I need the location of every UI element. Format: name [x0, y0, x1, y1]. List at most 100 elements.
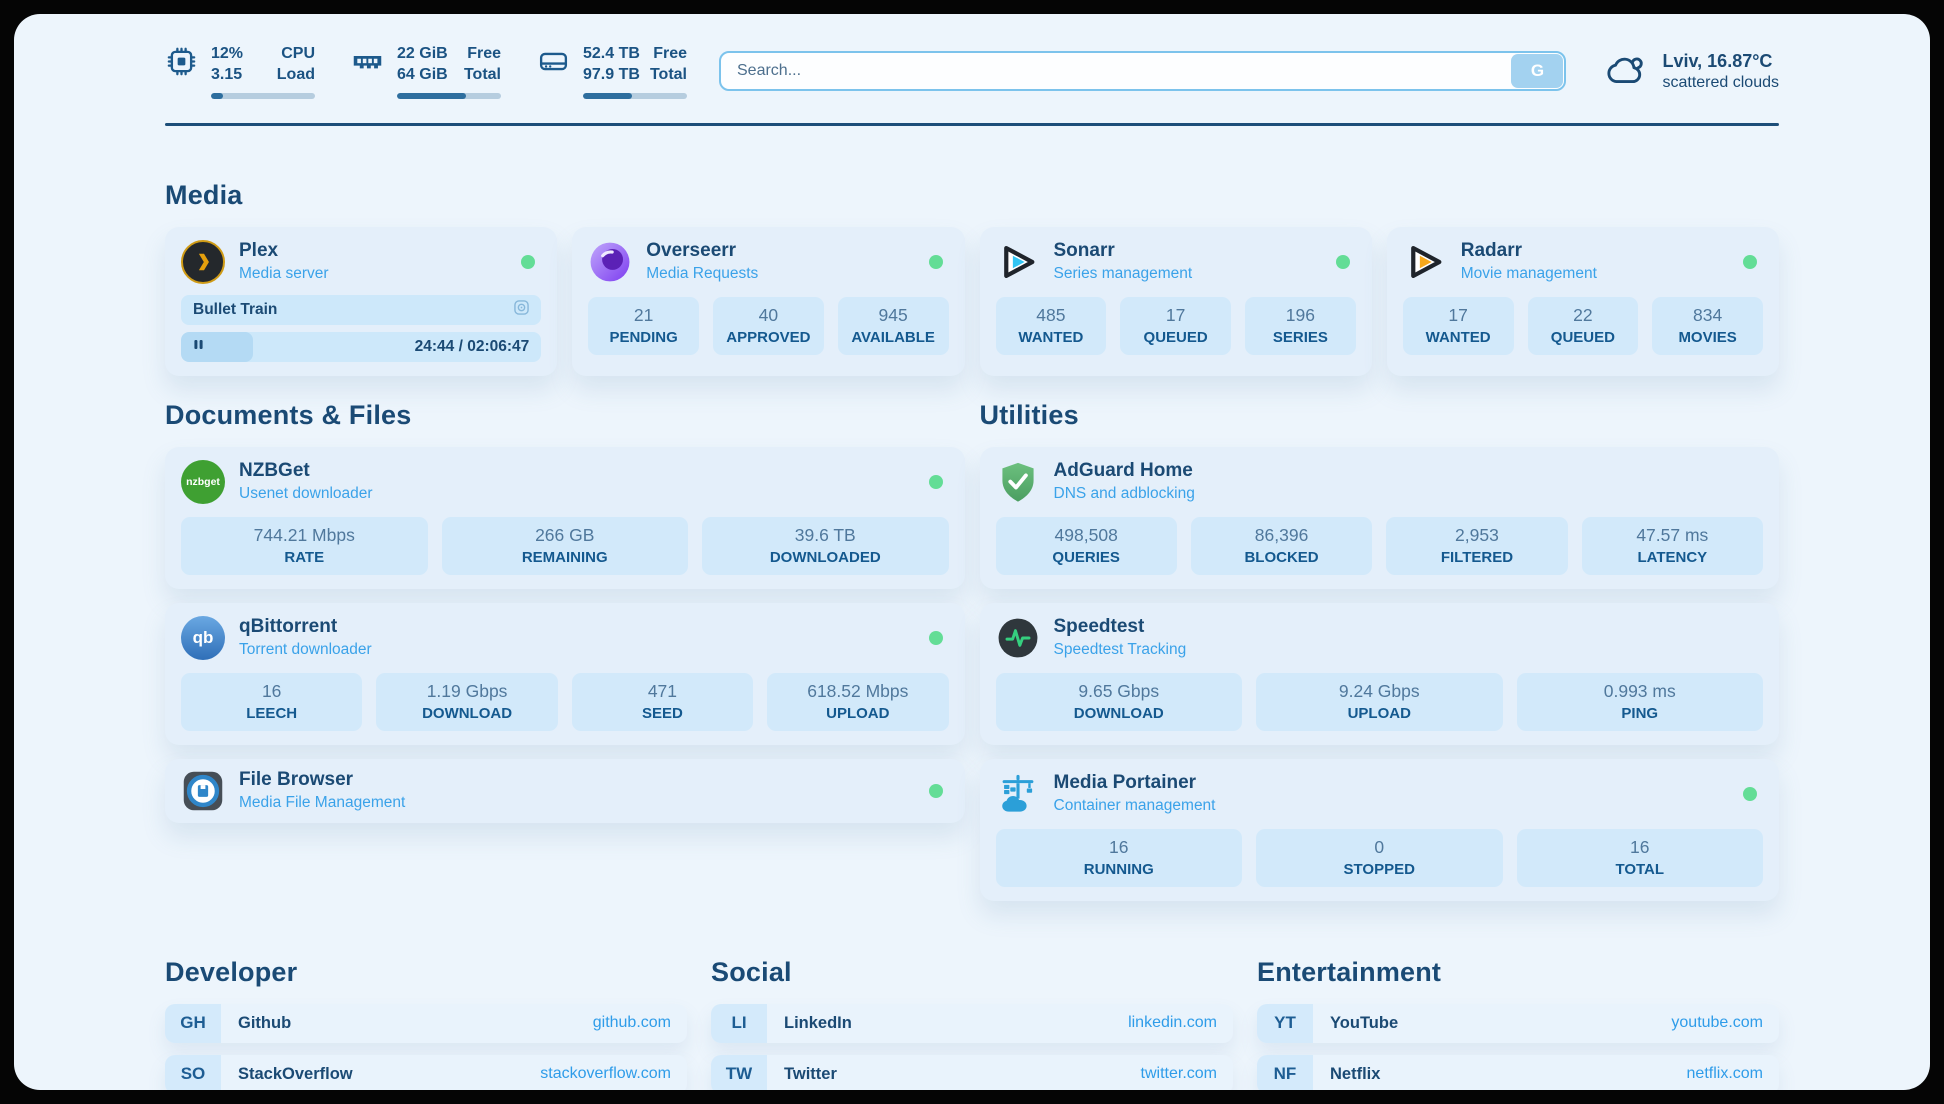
- app-title: Radarr: [1461, 240, 1597, 262]
- app-link-filebrowser[interactable]: File Browser Media File Management: [181, 769, 405, 813]
- stat-queued: 17 QUEUED: [1120, 297, 1231, 355]
- section-title-social: Social: [711, 957, 1233, 988]
- stat-stopped: 0 STOPPED: [1256, 829, 1503, 887]
- app-subtitle: Series management: [1054, 265, 1193, 283]
- status-dot: [929, 784, 943, 798]
- bookmark-abbr: GH: [165, 1004, 221, 1043]
- cloud-icon: [1604, 51, 1648, 92]
- app-title: Sonarr: [1054, 240, 1193, 262]
- stat-movies: 834 MOVIES: [1652, 297, 1763, 355]
- stat-download: 9.65 Gbps DOWNLOAD: [996, 673, 1243, 731]
- app-card-radarr: Radarr Movie management 17 WANTED 22 QUE…: [1387, 227, 1779, 376]
- stat-rate: 744.21 Mbps RATE: [181, 517, 428, 575]
- app-link-portainer[interactable]: Media Portainer Container management: [996, 772, 1216, 816]
- app-card-adguard: AdGuard Home DNS and adblocking 498,508 …: [980, 447, 1780, 589]
- bookmark-name: Twitter: [784, 1065, 837, 1084]
- weather-widget: Lviv, 16.87°C scattered clouds: [1604, 51, 1779, 92]
- bookmark-url: twitter.com: [1141, 1065, 1217, 1083]
- app-subtitle: Speedtest Tracking: [1054, 641, 1187, 659]
- cpu-loadavg: 3.15: [211, 66, 242, 83]
- section-title-utilities: Utilities: [980, 400, 1780, 431]
- app-link-overseerr[interactable]: Overseerr Media Requests: [588, 240, 758, 284]
- media-card-row: Plex Media server Bullet Train: [165, 227, 1779, 376]
- bookmark-url: stackoverflow.com: [540, 1065, 671, 1083]
- system-stats: 12% 3.15 CPU Load: [165, 44, 687, 99]
- section-title-documents: Documents & Files: [165, 400, 965, 431]
- status-dot: [1743, 787, 1757, 801]
- app-link-qbittorrent[interactable]: qb qBittorrent Torrent downloader: [181, 616, 372, 660]
- now-playing-title: Bullet Train: [193, 301, 277, 319]
- bookmarks-social: Social LI LinkedIn linkedin.com TW Twitt…: [711, 957, 1233, 1090]
- ram-icon: [351, 45, 384, 99]
- stat-upload: 9.24 Gbps UPLOAD: [1256, 673, 1503, 731]
- bookmark-abbr: YT: [1257, 1004, 1313, 1043]
- bookmark-name: StackOverflow: [238, 1065, 353, 1084]
- bookmark-twitter[interactable]: TW Twitter twitter.com: [711, 1055, 1233, 1090]
- ram-free: 22 GiB: [397, 45, 448, 62]
- bookmark-netflix[interactable]: NF Netflix netflix.com: [1257, 1055, 1779, 1090]
- portainer-icon: [996, 772, 1040, 816]
- bookmark-abbr: SO: [165, 1055, 221, 1090]
- sonarr-icon: [996, 240, 1040, 284]
- search-engine-button[interactable]: G: [1511, 54, 1563, 88]
- cpu-usage: 12%: [211, 45, 243, 62]
- ram-total: 64 GiB: [397, 66, 448, 83]
- app-title: Speedtest: [1054, 616, 1187, 638]
- app-subtitle: Media File Management: [239, 794, 405, 812]
- playback-progressbar: 24:44 / 02:06:47: [181, 332, 541, 362]
- app-link-adguard[interactable]: AdGuard Home DNS and adblocking: [996, 460, 1195, 504]
- stat-approved: 40 APPROVED: [713, 297, 824, 355]
- app-link-radarr[interactable]: Radarr Movie management: [1403, 240, 1597, 284]
- app-title: Plex: [239, 240, 329, 262]
- ram-values: 22 GiB 64 GiB: [397, 44, 448, 86]
- cpu-progressbar: [211, 93, 315, 99]
- disk-widget: 52.4 TB 97.9 TB Free Total: [537, 44, 687, 99]
- speedtest-icon: [996, 616, 1040, 660]
- bookmark-stackoverflow[interactable]: SO StackOverflow stackoverflow.com: [165, 1055, 687, 1090]
- media-type-icon: [511, 297, 532, 323]
- cpu-labels: CPU Load: [277, 44, 315, 86]
- search-input[interactable]: [719, 51, 1566, 91]
- stat-seed: 471 SEED: [572, 673, 753, 731]
- app-title: NZBGet: [239, 460, 373, 482]
- bookmarks-developer: Developer GH Github github.com SO StackO…: [165, 957, 687, 1090]
- disk-total: 97.9 TB: [583, 66, 640, 83]
- bookmark-github[interactable]: GH Github github.com: [165, 1004, 687, 1043]
- bookmark-url: linkedin.com: [1128, 1014, 1217, 1032]
- app-title: AdGuard Home: [1054, 460, 1195, 482]
- app-title: qBittorrent: [239, 616, 372, 638]
- bookmark-linkedin[interactable]: LI LinkedIn linkedin.com: [711, 1004, 1233, 1043]
- app-link-speedtest[interactable]: Speedtest Speedtest Tracking: [996, 616, 1187, 660]
- window-frame: 12% 3.15 CPU Load: [0, 0, 1944, 1104]
- app-title: File Browser: [239, 769, 405, 791]
- disk-values: 52.4 TB 97.9 TB: [583, 44, 640, 86]
- app-link-plex[interactable]: Plex Media server: [181, 240, 329, 284]
- cpu-widget: 12% 3.15 CPU Load: [165, 44, 315, 99]
- bookmark-abbr: NF: [1257, 1055, 1313, 1090]
- stat-download: 1.19 Gbps DOWNLOAD: [376, 673, 557, 731]
- app-card-nzbget: nzbget NZBGet Usenet downloader 744.21 M…: [165, 447, 965, 589]
- app-link-nzbget[interactable]: nzbget NZBGet Usenet downloader: [181, 460, 373, 504]
- disk-free: 52.4 TB: [583, 45, 640, 62]
- bookmark-name: LinkedIn: [784, 1014, 852, 1033]
- radarr-icon: [1403, 240, 1447, 284]
- stat-downloaded: 39.6 TB DOWNLOADED: [702, 517, 949, 575]
- app-card-speedtest: Speedtest Speedtest Tracking 9.65 Gbps D…: [980, 603, 1780, 745]
- stat-ping: 0.993 ms PING: [1517, 673, 1764, 731]
- app-link-sonarr[interactable]: Sonarr Series management: [996, 240, 1193, 284]
- app-subtitle: Container management: [1054, 797, 1216, 815]
- dashboard-page: 12% 3.15 CPU Load: [14, 14, 1930, 1090]
- adguard-icon: [996, 460, 1040, 504]
- app-card-filebrowser: File Browser Media File Management: [165, 759, 965, 823]
- stat-running: 16 RUNNING: [996, 829, 1243, 887]
- stat-blocked: 86,396 BLOCKED: [1191, 517, 1372, 575]
- stat-latency: 47.57 ms LATENCY: [1582, 517, 1763, 575]
- cpu-icon: [165, 45, 198, 99]
- bookmark-youtube[interactable]: YT YouTube youtube.com: [1257, 1004, 1779, 1043]
- stat-wanted: 17 WANTED: [1403, 297, 1514, 355]
- app-title: Overseerr: [646, 240, 758, 262]
- status-dot: [521, 255, 535, 269]
- qbittorrent-icon: qb: [181, 616, 225, 660]
- search-bar: G: [719, 51, 1566, 91]
- ram-labels: Free Total: [464, 44, 501, 86]
